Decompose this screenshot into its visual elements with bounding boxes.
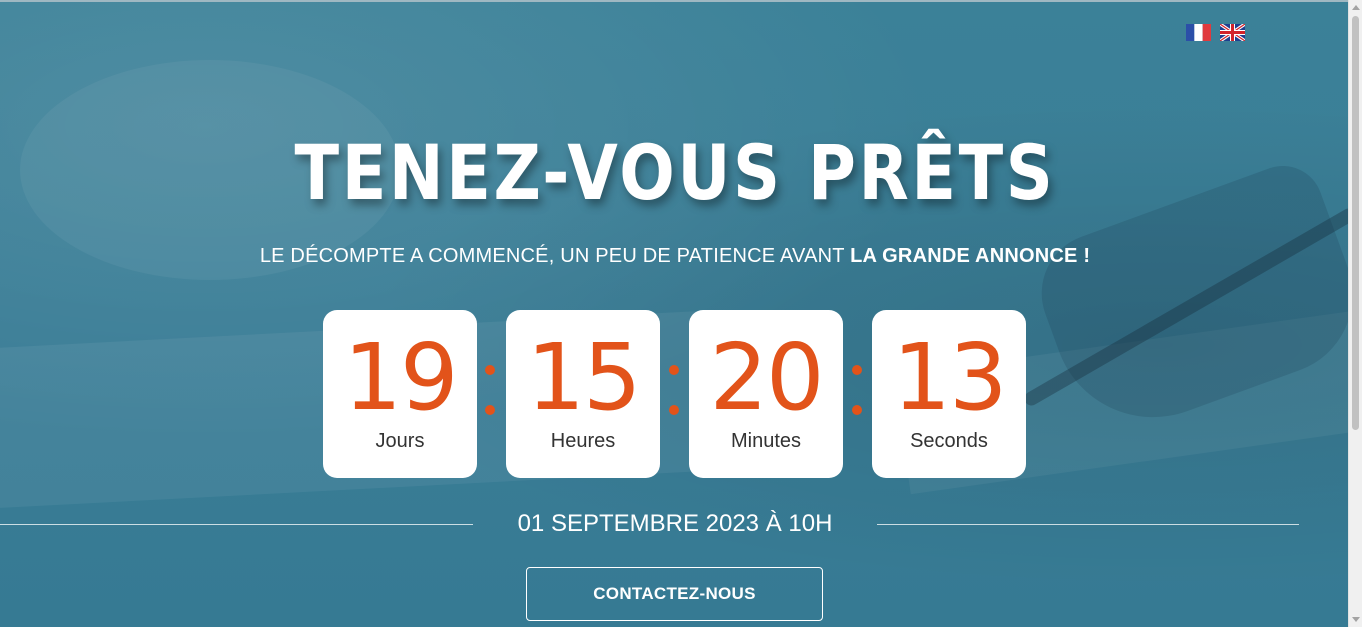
- scroll-down-arrow-icon[interactable]: [1352, 617, 1360, 622]
- countdown-hours: 15 Heures: [506, 310, 660, 478]
- scroll-up-arrow-icon[interactable]: [1352, 5, 1360, 10]
- countdown-minutes: 20 Minutes: [689, 310, 843, 478]
- countdown-days-label: Jours: [375, 430, 425, 452]
- language-switcher: [1186, 24, 1245, 41]
- uk-flag-icon[interactable]: [1220, 24, 1245, 41]
- countdown-seconds-value: 13: [892, 324, 1007, 431]
- top-border: [0, 0, 1362, 2]
- countdown-days-value: 19: [343, 324, 458, 431]
- vertical-scrollbar[interactable]: [1348, 0, 1362, 627]
- countdown-days: 19 Jours: [323, 310, 477, 478]
- subtitle-highlight: LA GRANDE ANNONCE !: [850, 245, 1091, 267]
- countdown-separator: [484, 360, 496, 420]
- countdown-hours-value: 15: [526, 324, 641, 431]
- date-divider-right: [877, 524, 1299, 525]
- subtitle-text: LE DÉCOMPTE A COMMENCÉ, UN PEU DE PATIEN…: [259, 245, 851, 267]
- countdown-separator: [668, 360, 680, 420]
- countdown-minutes-value: 20: [709, 324, 824, 431]
- countdown-separator: [851, 360, 863, 420]
- countdown-seconds: 13 Seconds: [872, 310, 1026, 478]
- page-title: TENEZ-VOUS PRÊTS: [294, 128, 1056, 217]
- contact-us-button[interactable]: CONTACTEZ-NOUS: [526, 567, 823, 621]
- countdown-minutes-label: Minutes: [730, 430, 802, 452]
- scrollbar-thumb[interactable]: [1352, 16, 1359, 430]
- page-subtitle: LE DÉCOMPTE A COMMENCÉ, UN PEU DE PATIEN…: [0, 245, 1350, 268]
- countdown-hours-label: Heures: [550, 430, 616, 452]
- landing-page: TENEZ-VOUS PRÊTS LE DÉCOMPTE A COMMENCÉ,…: [0, 0, 1362, 627]
- countdown-seconds-label: Seconds: [910, 430, 988, 452]
- french-flag-icon[interactable]: [1186, 24, 1211, 41]
